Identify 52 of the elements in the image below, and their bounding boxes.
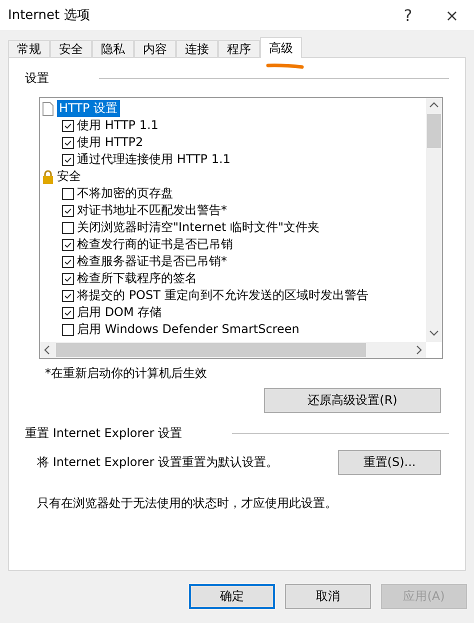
tab[interactable]: 内容 <box>134 40 176 57</box>
dialog-button[interactable]: 确定 <box>189 584 275 609</box>
checkbox[interactable] <box>62 272 74 284</box>
checkbox[interactable] <box>62 324 74 336</box>
option-label: 将提交的 POST 重定向到不允许发送的区域时发出警告 <box>77 287 368 304</box>
option-label: 对证书地址不匹配发出警告* <box>77 202 227 219</box>
option-label: 启用 Windows Defender SmartScreen <box>77 321 300 338</box>
settings-group[interactable]: 安全 <box>57 168 81 185</box>
window-title: Internet 选项 <box>8 7 91 24</box>
lock-icon <box>42 170 54 184</box>
scroll-thumb[interactable] <box>427 114 441 148</box>
checkbox[interactable] <box>62 154 74 166</box>
checkbox[interactable] <box>62 188 74 200</box>
checkbox[interactable] <box>62 256 74 268</box>
tab[interactable]: 程序 <box>218 40 260 57</box>
tab[interactable]: 安全 <box>50 40 92 57</box>
underline-mark <box>266 63 304 69</box>
option-label: 检查发行商的证书是否已吊销 <box>77 236 233 253</box>
footnote: *在重新启动你的计算机后生效 <box>45 365 208 382</box>
reset-note: 只有在浏览器处于无法使用的状态时，才应使用此设置。 <box>37 495 338 512</box>
checkbox[interactable] <box>62 306 74 318</box>
reset-button[interactable]: 重置(S)... <box>338 450 441 475</box>
option-label: 使用 HTTP2 <box>77 134 144 151</box>
option-label: 通过代理连接使用 HTTP 1.1 <box>77 151 230 168</box>
tab[interactable]: 连接 <box>176 40 218 57</box>
checkbox[interactable] <box>62 136 74 148</box>
option-label: 检查所下载程序的签名 <box>77 270 197 287</box>
tab[interactable]: 隐私 <box>92 40 134 57</box>
checkbox[interactable] <box>62 222 74 234</box>
option-label: 使用 HTTP 1.1 <box>77 117 158 134</box>
horizontal-scrollbar[interactable] <box>40 342 426 358</box>
scroll-thumb[interactable] <box>56 343 366 357</box>
checkbox[interactable] <box>62 290 74 302</box>
vertical-scrollbar[interactable] <box>426 98 442 342</box>
section-label: 重置 Internet Explorer 设置 <box>25 425 182 442</box>
section-label: 设置 <box>25 70 49 87</box>
option-label: 启用 DOM 存储 <box>77 304 162 321</box>
settings-group[interactable]: HTTP 设置 <box>57 100 120 117</box>
dialog-button[interactable]: 取消 <box>285 584 371 609</box>
option-label: 关闭浏览器时清空"Internet 临时文件"文件夹 <box>77 219 320 236</box>
help-button[interactable]: ? <box>386 6 430 24</box>
tab[interactable]: 高级 <box>260 37 302 58</box>
checkbox[interactable] <box>62 120 74 132</box>
checkbox[interactable] <box>62 238 74 250</box>
option-label: 检查服务器证书是否已吊销* <box>77 253 227 270</box>
option-label: 不将加密的页存盘 <box>77 185 173 202</box>
restore-button[interactable]: 还原高级设置(R) <box>264 388 441 413</box>
reset-description: 将 Internet Explorer 设置重置为默认设置。 <box>37 454 280 471</box>
checkbox[interactable] <box>62 204 74 216</box>
close-button[interactable]: × <box>430 6 474 24</box>
document-icon <box>42 102 54 116</box>
tab[interactable]: 常规 <box>8 40 50 57</box>
